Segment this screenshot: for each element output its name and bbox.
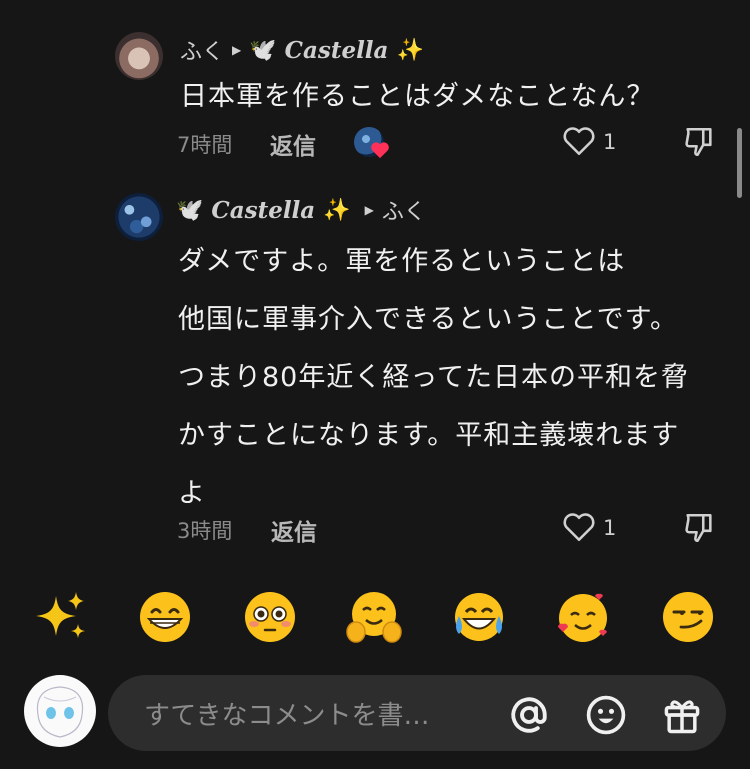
dislike-icon[interactable] [682, 511, 716, 545]
comment1-author[interactable]: ふく [180, 34, 224, 66]
sparkles-icon: ✨ [396, 37, 424, 63]
dove-icon: 🕊️ [249, 37, 277, 63]
comment2-text: ダメですよ。軍を作るということは 他国に軍事介入できるということです。 つまり8… [178, 233, 689, 523]
comment1-reply-to[interactable]: Castella [285, 37, 389, 64]
avatar-castella[interactable] [115, 193, 163, 241]
comment-input-placeholder: すてきなコメントを書… [144, 701, 430, 731]
comment2-like-count: 1 [603, 516, 617, 540]
grinning-face-icon [140, 592, 190, 642]
comment1-text: 日本軍を作ることはダメなことなん？ [180, 81, 655, 112]
hugging-face-icon [346, 592, 402, 643]
comment1-time: 7時間 [177, 133, 233, 157]
reply-arrow-icon: ▶ [232, 43, 242, 57]
comment-input[interactable]: すてきなコメントを書… [108, 675, 726, 751]
comment2-line: ダメですよ。軍を作るということは [178, 246, 626, 277]
like-heart-icon[interactable] [562, 511, 596, 543]
comment2-line: 他国に軍事介入できるということです。 [178, 304, 678, 335]
comment2-reply-to[interactable]: ふく [382, 194, 426, 226]
smirking-face-icon [663, 592, 713, 642]
comment2-line: かすことになります。平和主義壊れます [178, 420, 680, 451]
sparkles-icon [36, 592, 85, 638]
comment1-reply-button[interactable]: 返信 [270, 127, 316, 161]
flushed-face-icon [245, 592, 295, 642]
comment2-reply-button[interactable]: 返信 [271, 513, 317, 547]
comment2-line: つまり80年近く経ってた日本の平和を脅 [178, 362, 690, 393]
scrollbar[interactable] [737, 128, 742, 198]
comment2-time: 3時間 [177, 519, 233, 543]
smirk-emoji-button[interactable] [661, 590, 715, 652]
user-avatar[interactable] [24, 675, 96, 747]
emoji-picker-icon[interactable] [584, 693, 628, 737]
tears-of-joy-icon [455, 593, 503, 641]
joy-emoji-button[interactable] [451, 590, 507, 652]
flushed-emoji-button[interactable] [243, 590, 297, 652]
smiling-face-with-hearts-icon [558, 593, 607, 642]
gift-icon[interactable] [660, 693, 704, 737]
reply-arrow-icon: ▶ [364, 203, 374, 217]
grinning-emoji-button[interactable] [138, 590, 192, 652]
smiling-hearts-emoji-button[interactable] [555, 590, 611, 654]
comment2-author[interactable]: Castella [211, 197, 315, 224]
dislike-icon[interactable] [682, 125, 716, 159]
creator-like-badge [354, 127, 389, 159]
comment1-like-count: 1 [603, 130, 617, 154]
heart-icon [371, 142, 389, 159]
hugging-emoji-button[interactable] [346, 590, 402, 652]
sparkles-icon: ✨ [323, 197, 351, 223]
comment2-header: 🕊️ Castella ✨ ▶ ふく [176, 194, 426, 226]
anime-avatar-icon [36, 686, 84, 738]
dove-icon: 🕊️ [176, 197, 204, 223]
comment1-header: ふく ▶ 🕊️ Castella ✨ [180, 34, 424, 66]
comment2-line: よ [178, 478, 206, 509]
like-heart-icon[interactable] [562, 125, 596, 157]
sparkles-emoji-button[interactable] [34, 590, 88, 652]
avatar-fuku[interactable] [115, 32, 163, 80]
mention-icon[interactable] [508, 694, 550, 736]
